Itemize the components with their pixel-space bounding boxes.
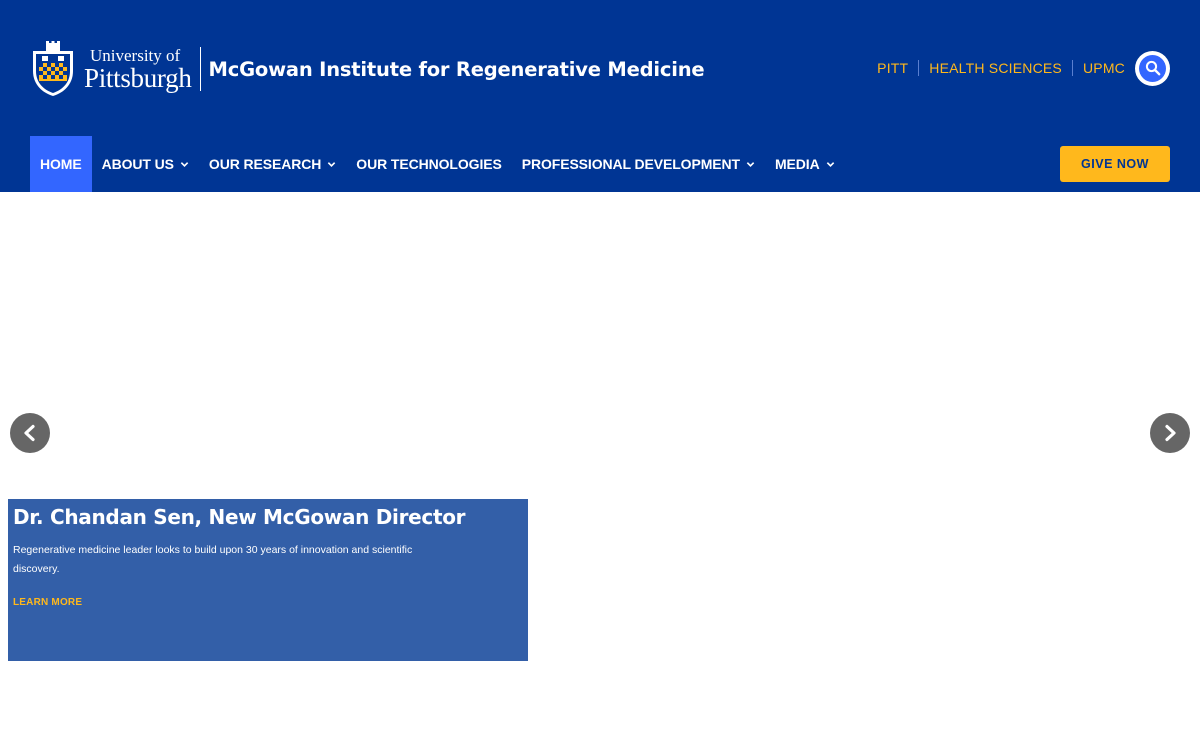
learn-more-link[interactable]: LEARN MORE bbox=[13, 597, 82, 608]
search-button-inner bbox=[1139, 54, 1166, 82]
slide-title: Dr. Chandan Sen, New McGowan Director bbox=[13, 505, 466, 529]
chevron-down-icon bbox=[180, 161, 189, 167]
utility-link-pitt[interactable]: PITT bbox=[877, 60, 908, 76]
pitt-shield-icon bbox=[33, 41, 73, 96]
utility-links: PITT HEALTH SCIENCES UPMC bbox=[877, 50, 1170, 86]
university-line2: Pittsburgh bbox=[84, 62, 192, 93]
nav-item-media[interactable]: MEDIA bbox=[765, 136, 845, 192]
institute-name: McGowan Institute for Regenerative Medic… bbox=[208, 57, 705, 81]
nav-item-professional-development[interactable]: PROFESSIONAL DEVELOPMENT bbox=[512, 136, 765, 192]
chevron-down-icon bbox=[746, 161, 755, 167]
search-icon bbox=[1145, 60, 1160, 76]
nav-item-label: HOME bbox=[40, 156, 82, 172]
utility-separator bbox=[918, 60, 920, 76]
nav-item-our-technologies[interactable]: OUR TECHNOLOGIES bbox=[346, 136, 511, 192]
main-nav: HOME ABOUT US OUR RESEARCH OUR TECHNOLOG… bbox=[30, 136, 845, 192]
search-button[interactable] bbox=[1135, 50, 1170, 86]
nav-item-label: OUR TECHNOLOGIES bbox=[356, 156, 502, 172]
slide-caption: Dr. Chandan Sen, New McGowan Director Re… bbox=[8, 499, 528, 661]
university-wordmark: University of Pittsburgh bbox=[84, 47, 192, 92]
site-header: University of Pittsburgh McGowan Institu… bbox=[0, 0, 1200, 192]
nav-item-label: OUR RESEARCH bbox=[208, 156, 322, 172]
carousel-next-button[interactable] bbox=[1150, 413, 1190, 453]
utility-link-health-sciences[interactable]: HEALTH SCIENCES bbox=[929, 60, 1062, 76]
utility-link-upmc[interactable]: UPMC bbox=[1083, 60, 1125, 76]
chevron-down-icon bbox=[328, 161, 336, 167]
site-logo[interactable]: University of Pittsburgh McGowan Institu… bbox=[30, 40, 705, 98]
nav-item-home[interactable]: HOME bbox=[30, 136, 92, 192]
chevron-right-icon bbox=[1165, 424, 1176, 442]
slide-text: Regenerative medicine leader looks to bu… bbox=[13, 544, 413, 575]
nav-item-label: PROFESSIONAL DEVELOPMENT bbox=[521, 156, 740, 172]
logo-divider bbox=[199, 47, 201, 91]
university-line1: University of bbox=[90, 45, 181, 65]
nav-item-label: ABOUT US bbox=[101, 156, 174, 172]
chevron-down-icon bbox=[826, 161, 834, 167]
nav-item-label: MEDIA bbox=[774, 156, 820, 172]
chevron-left-icon bbox=[24, 424, 35, 442]
utility-separator bbox=[1071, 60, 1073, 76]
carousel-prev-button[interactable] bbox=[10, 413, 50, 453]
give-now-button[interactable]: GIVE NOW bbox=[1060, 146, 1170, 182]
nav-item-about-us[interactable]: ABOUT US bbox=[92, 136, 199, 192]
nav-item-our-research[interactable]: OUR RESEARCH bbox=[199, 136, 346, 192]
